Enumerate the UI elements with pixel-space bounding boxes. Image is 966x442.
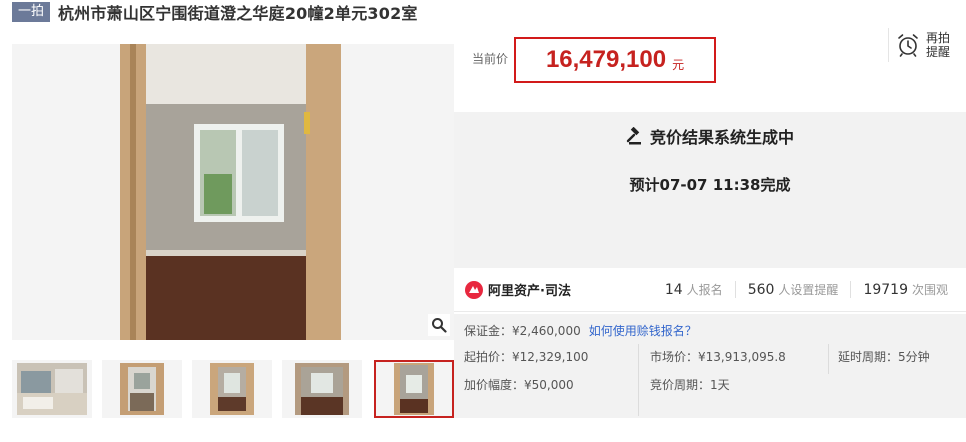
- stat-unit: 人设置提醒: [778, 283, 839, 297]
- brand-name: 阿里资产·司法: [488, 284, 571, 299]
- auction-status-box: 竞价结果系统生成中 预计07-07 11:38完成: [454, 112, 966, 268]
- auction-round-tag: 一拍: [12, 2, 51, 22]
- thumbnail-3[interactable]: [192, 360, 272, 418]
- divider: [638, 344, 639, 416]
- stat-number: 14: [664, 282, 683, 298]
- alarm-clock-icon: [898, 34, 918, 57]
- thumbnail-5-selected[interactable]: [374, 360, 454, 418]
- current-price-value: 16,479,100: [545, 46, 667, 73]
- bid-increment: 加价幅度：¥50,000: [464, 378, 574, 392]
- credit-signup-help-link[interactable]: 如何使用赊钱报名？: [589, 322, 697, 339]
- stat-registrations: 14 人报名: [653, 281, 735, 298]
- brand-logo[interactable]: 阿里资产·司法: [464, 280, 571, 300]
- eta-text: 预计07-07 11:38完成: [629, 176, 791, 194]
- remind-label: 再拍提醒: [926, 31, 951, 59]
- status-text: 竞价结果系统生成中: [649, 128, 794, 147]
- status-line: 竞价结果系统生成中: [454, 124, 966, 148]
- price-unit: 元: [672, 57, 685, 72]
- stat-views: 19719 次围观: [850, 281, 960, 298]
- stats-group: 14 人报名 560 人设置提醒 19719 次围观: [653, 281, 960, 298]
- stat-number: 560: [747, 282, 775, 298]
- remind-button[interactable]: 再拍提醒: [888, 28, 952, 62]
- start-price: 起拍价：¥12,329,100: [464, 350, 589, 364]
- title-row: 一拍 杭州市萧山区宁围街道澄之华庭20幢2单元302室: [12, 0, 418, 24]
- main-photo: [120, 44, 341, 340]
- thumbnail-2[interactable]: [102, 360, 182, 418]
- bidding-period: 竞价周期：1天: [650, 378, 730, 392]
- divider: [828, 344, 829, 374]
- auction-info-panel: 当前价 16,479,100 元 再拍提醒 竞价结果系统生成中 预计07-07 …: [454, 24, 966, 442]
- alibaba-asset-logo-icon: [465, 280, 483, 299]
- thumbnail-strip: [12, 360, 454, 418]
- deposit-value: 保证金：¥2,460,000: [464, 324, 581, 338]
- current-price-box: 16,479,100 元: [514, 37, 717, 83]
- gavel-icon: [626, 127, 641, 145]
- current-price-row: 当前价 16,479,100 元: [472, 37, 717, 83]
- current-price-label: 当前价: [472, 51, 509, 66]
- stat-reminders: 560 人设置提醒: [734, 281, 851, 298]
- stat-unit: 次围观: [911, 283, 948, 297]
- brand-stats-row: 阿里资产·司法 14 人报名 560 人设置提醒 19719 次围观: [454, 268, 966, 312]
- thumbnail-4[interactable]: [282, 360, 362, 418]
- thumbnail-1[interactable]: [12, 360, 92, 418]
- main-photo-viewer[interactable]: [12, 44, 454, 340]
- market-price: 市场价：¥13,913,095.8: [650, 350, 786, 364]
- auction-terms: 保证金：¥2,460,000 如何使用赊钱报名？ 起拍价：¥12,329,100…: [454, 314, 966, 418]
- property-title: 杭州市萧山区宁围街道澄之华庭20幢2单元302室: [58, 4, 418, 23]
- stat-number: 19719: [863, 282, 908, 298]
- deposit-row: 保证金：¥2,460,000 如何使用赊钱报名？: [464, 322, 697, 339]
- stat-unit: 人报名: [686, 283, 723, 297]
- zoom-icon[interactable]: [428, 314, 450, 336]
- delay-period: 延时周期：5分钟: [838, 350, 930, 364]
